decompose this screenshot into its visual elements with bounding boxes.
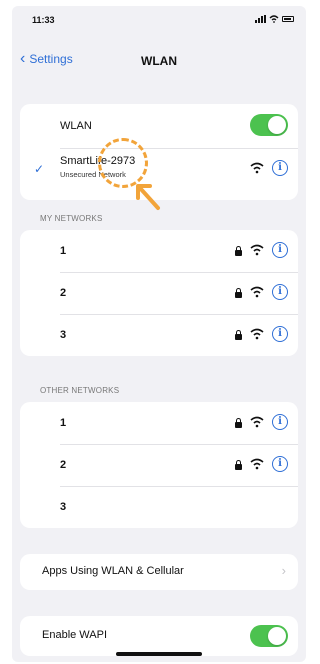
checkmark-icon: ✓ — [34, 162, 45, 176]
network-row[interactable]: 1 i — [20, 230, 298, 272]
info-icon[interactable]: i — [272, 326, 288, 342]
info-icon[interactable]: i — [272, 284, 288, 300]
status-bar: 11:33 — [12, 6, 306, 36]
network-name: 1 — [60, 245, 67, 257]
apps-using-wlan-row[interactable]: Apps Using WLAN & Cellular › — [20, 554, 298, 590]
network-name: 2 — [60, 459, 67, 471]
wifi-status-icon — [269, 15, 279, 23]
info-icon[interactable]: i — [272, 414, 288, 430]
network-row[interactable]: 3 — [20, 486, 298, 528]
signal-icon — [255, 15, 266, 23]
network-name: 2 — [60, 287, 67, 299]
toggle-knob — [268, 116, 286, 134]
lock-icon — [235, 288, 242, 298]
enable-wapi-row: Enable WAPI — [20, 616, 298, 656]
annotation-circle — [98, 138, 148, 188]
phone-screen: 11:33 ‹ Settings WLAN WLAN ✓ SmartLife-2… — [12, 6, 306, 662]
network-row[interactable]: 2 i — [20, 444, 298, 486]
lock-icon — [235, 330, 242, 340]
my-networks-group: 1 i 2 i 3 i — [20, 230, 298, 356]
chevron-right-icon: › — [281, 563, 286, 578]
wifi-icon — [250, 458, 264, 470]
enable-wapi-label: Enable WAPI — [42, 629, 108, 641]
lock-icon — [235, 418, 242, 428]
my-networks-header: MY NETWORKS — [40, 214, 103, 223]
apps-using-wlan-label: Apps Using WLAN & Cellular — [42, 565, 184, 577]
lock-icon — [235, 246, 242, 256]
toggle-knob — [268, 627, 286, 645]
status-icons — [255, 15, 294, 23]
other-networks-group: 1 i 2 i 3 — [20, 402, 298, 528]
navigation-bar: ‹ Settings WLAN — [12, 50, 306, 74]
home-indicator — [116, 652, 202, 656]
network-row[interactable]: 2 i — [20, 272, 298, 314]
page-title: WLAN — [141, 54, 177, 68]
status-time: 11:33 — [32, 15, 55, 25]
wifi-icon — [250, 416, 264, 428]
network-row[interactable]: 3 i — [20, 314, 298, 356]
wifi-icon — [250, 286, 264, 298]
info-icon[interactable]: i — [272, 242, 288, 258]
network-name: 3 — [60, 501, 67, 513]
wlan-label: WLAN — [60, 120, 92, 132]
annotation-arrow-icon — [136, 184, 160, 210]
wifi-icon — [250, 162, 264, 174]
wifi-icon — [250, 244, 264, 256]
network-row[interactable]: 1 i — [20, 402, 298, 444]
battery-icon — [282, 16, 294, 22]
network-name: 1 — [60, 417, 67, 429]
lock-icon — [235, 460, 242, 470]
info-icon[interactable]: i — [272, 160, 288, 176]
network-name: 3 — [60, 329, 67, 341]
other-networks-header: OTHER NETWORKS — [40, 386, 120, 395]
wapi-toggle[interactable] — [250, 625, 288, 647]
wifi-icon — [250, 328, 264, 340]
info-icon[interactable]: i — [272, 456, 288, 472]
wlan-toggle[interactable] — [250, 114, 288, 136]
